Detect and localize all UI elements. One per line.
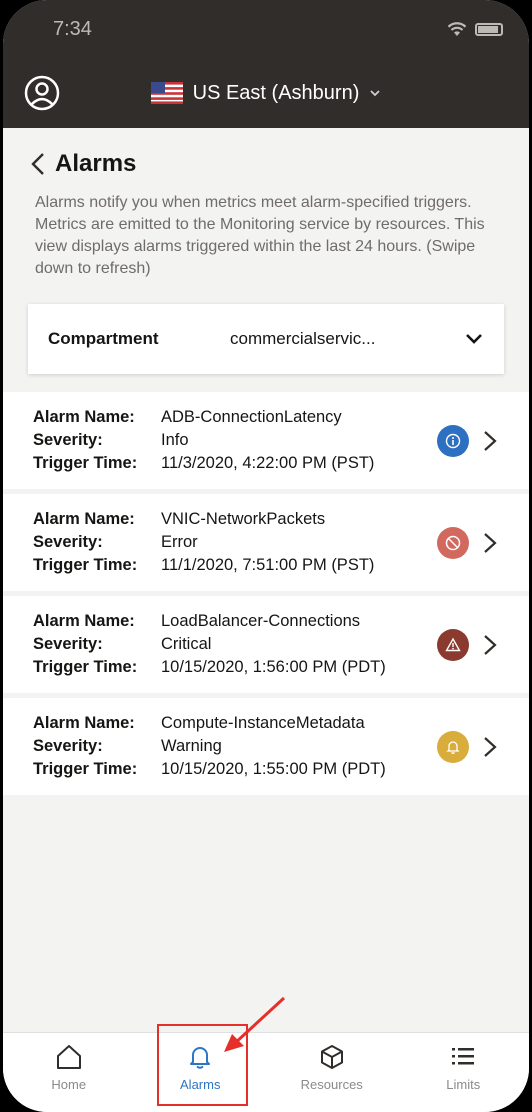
alarm-name: VNIC-NetworkPackets — [161, 510, 326, 528]
page-description: Alarms notify you when metrics meet alar… — [35, 194, 485, 277]
severity-label: Severity: — [33, 431, 103, 449]
critical-icon — [437, 628, 469, 661]
battery-icon — [475, 22, 503, 36]
wifi-icon — [447, 22, 467, 36]
alarm-severity: Info — [161, 431, 189, 449]
list-icon — [452, 1048, 475, 1065]
alarm-name-label: Alarm Name: — [33, 510, 135, 528]
chevron-down-icon — [370, 90, 380, 97]
info-icon — [437, 424, 469, 457]
alarm-name: ADB-ConnectionLatency — [161, 408, 342, 426]
alarm-trigger-time: 10/15/2020, 1:56:00 PM (PDT) — [161, 658, 386, 676]
alarm-severity: Warning — [161, 737, 222, 755]
alarm-row[interactable]: Alarm Name: Severity: Trigger Time: ADB-… — [3, 392, 529, 489]
alarm-name: LoadBalancer-Connections — [161, 612, 361, 630]
top-bar: US East (Ashburn) — [3, 58, 529, 128]
trigger-time-label: Trigger Time: — [33, 556, 138, 574]
region-selector[interactable]: US East (Ashburn) — [3, 58, 529, 128]
title-row: Alarms — [3, 128, 529, 178]
tab-home[interactable]: Home — [3, 1033, 135, 1112]
alarm-name-label: Alarm Name: — [33, 408, 135, 426]
alarm-list: Alarm Name: Severity: Trigger Time: ADB-… — [3, 392, 529, 795]
chevron-right-icon — [484, 736, 497, 757]
annotation-arrow-icon — [224, 996, 286, 1052]
alarm-row[interactable]: Alarm Name: Severity: Trigger Time: Comp… — [3, 698, 529, 795]
alarm-name: Compute-InstanceMetadata — [161, 714, 365, 732]
home-icon — [56, 1045, 81, 1069]
trigger-time-label: Trigger Time: — [33, 658, 138, 676]
tab-label: Resources — [300, 1077, 363, 1092]
tab-limits[interactable]: Limits — [398, 1033, 530, 1112]
severity-label: Severity: — [33, 737, 103, 755]
tab-label: Limits — [446, 1077, 481, 1092]
error-icon — [437, 526, 469, 559]
alarm-trigger-time: 10/15/2020, 1:55:00 PM (PDT) — [161, 760, 386, 778]
trigger-time-label: Trigger Time: — [33, 454, 138, 472]
status-bar: 7:34 — [3, 0, 529, 58]
alarm-trigger-time: 11/3/2020, 4:22:00 PM (PST) — [161, 454, 375, 472]
user-profile-icon[interactable] — [23, 74, 61, 112]
alarm-severity: Error — [161, 533, 198, 551]
warning-icon — [437, 730, 469, 763]
cube-icon — [320, 1045, 343, 1069]
severity-label: Severity: — [33, 533, 103, 551]
alarm-trigger-time: 11/1/2020, 7:51:00 PM (PST) — [161, 556, 375, 574]
region-label: US East (Ashburn) — [192, 81, 360, 104]
us-flag-icon — [150, 82, 183, 104]
alarm-name-label: Alarm Name: — [33, 612, 135, 630]
chevron-right-icon — [484, 634, 497, 655]
alarm-severity: Critical — [161, 635, 212, 653]
trigger-time-label: Trigger Time: — [33, 760, 138, 778]
alarm-name-label: Alarm Name: — [33, 714, 135, 732]
alarm-row[interactable]: Alarm Name: Severity: Trigger Time: VNIC… — [3, 494, 529, 591]
chevron-right-icon — [484, 532, 497, 553]
compartment-selector[interactable]: Compartment commercialservic... — [28, 304, 504, 374]
status-icons — [447, 21, 503, 37]
alarm-row[interactable]: Alarm Name: Severity: Trigger Time: Load… — [3, 596, 529, 693]
status-time: 7:34 — [53, 17, 92, 40]
back-icon[interactable] — [29, 151, 47, 177]
chevron-down-icon — [466, 334, 482, 344]
tab-label: Home — [51, 1077, 87, 1092]
chevron-right-icon — [484, 430, 497, 451]
page-title: Alarms — [55, 150, 137, 177]
compartment-value: commercialservic... — [230, 329, 376, 348]
compartment-label: Compartment — [48, 329, 159, 348]
severity-label: Severity: — [33, 635, 103, 653]
phone-screen: 7:34 US East (Ashburn) Alarms Alarms not… — [3, 0, 529, 1112]
main-content: Alarms Alarms notify you when metrics me… — [3, 128, 529, 795]
